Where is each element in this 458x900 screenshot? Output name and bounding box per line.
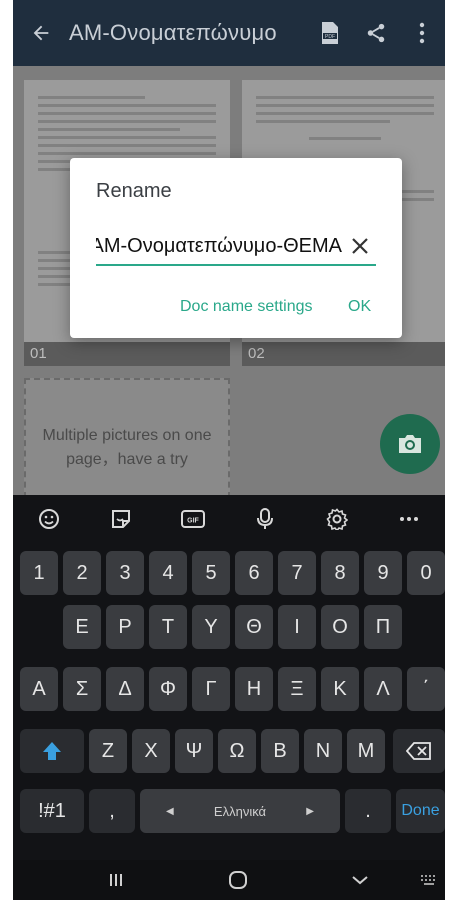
app-bar: ΑΜ-Ονοματεπώνυμο PDF: [13, 0, 445, 66]
keyboard-more-button[interactable]: [373, 495, 445, 543]
key-omicron[interactable]: Ο: [321, 605, 359, 649]
key-phi[interactable]: Φ: [149, 667, 187, 711]
page-number-label: 02: [242, 342, 445, 366]
key-omega[interactable]: Ω: [218, 729, 256, 773]
key-4[interactable]: 4: [149, 551, 187, 595]
comma-key[interactable]: ,: [89, 789, 135, 833]
share-button[interactable]: [353, 0, 399, 66]
key-alpha[interactable]: Α: [20, 667, 58, 711]
doc-name-settings-button[interactable]: Doc name settings: [180, 298, 313, 316]
key-3[interactable]: 3: [106, 551, 144, 595]
recents-icon: [110, 874, 122, 886]
shift-key[interactable]: [20, 729, 84, 773]
rename-input[interactable]: [96, 230, 342, 262]
space-key[interactable]: ◀ Ελληνικά ▶: [140, 789, 340, 833]
key-5[interactable]: 5: [192, 551, 230, 595]
dialog-title: Rename: [96, 180, 172, 202]
home-icon: [229, 871, 247, 889]
rename-dialog: Rename Doc name settings OK: [70, 158, 402, 338]
placeholder-hint-line-2: page，have a try: [66, 451, 188, 468]
mic-icon: [257, 508, 273, 529]
svg-text:PDF: PDF: [325, 34, 335, 40]
key-xi[interactable]: Ξ: [278, 667, 316, 711]
key-tonos[interactable]: ΄: [407, 667, 445, 711]
voice-input-button[interactable]: [229, 495, 301, 543]
document-title: ΑΜ-Ονοματεπώνυμο: [69, 20, 277, 45]
period-key[interactable]: .: [345, 789, 391, 833]
backspace-key[interactable]: [393, 729, 445, 773]
key-chi[interactable]: Χ: [132, 729, 170, 773]
placeholder-hint-line-1: Multiple pictures on one: [42, 427, 212, 444]
key-beta[interactable]: Β: [261, 729, 299, 773]
phone-screen: ΑΜ-Ονοματεπώνυμο PDF 01 02 Multiple pict…: [13, 0, 445, 900]
sticker-icon: [112, 510, 130, 528]
key-sigma[interactable]: Σ: [63, 667, 101, 711]
emoji-button[interactable]: [13, 495, 85, 543]
shift-up-icon: [43, 742, 61, 760]
ok-button[interactable]: OK: [348, 298, 371, 316]
key-mu[interactable]: Μ: [347, 729, 385, 773]
key-2[interactable]: 2: [63, 551, 101, 595]
key-1[interactable]: 1: [20, 551, 58, 595]
key-kappa[interactable]: Κ: [321, 667, 359, 711]
key-9[interactable]: 9: [364, 551, 402, 595]
more-vert-icon: [419, 22, 425, 44]
key-epsilon[interactable]: Ε: [63, 605, 101, 649]
keyboard-toolbar: GIF: [13, 495, 445, 543]
key-eta[interactable]: Η: [235, 667, 273, 711]
add-pictures-placeholder[interactable]: Multiple pictures on one page，have a try: [24, 378, 230, 495]
pdf-button[interactable]: PDF: [307, 0, 353, 66]
key-psi[interactable]: Ψ: [175, 729, 213, 773]
key-nu[interactable]: Ν: [304, 729, 342, 773]
svg-text:GIF: GIF: [187, 518, 199, 525]
backspace-icon: [406, 742, 431, 760]
more-options-button[interactable]: [399, 0, 445, 66]
key-upsilon[interactable]: Υ: [192, 605, 230, 649]
arrow-left-icon: [33, 25, 49, 41]
space-language-label: Ελληνικά: [213, 803, 267, 819]
clear-button[interactable]: [348, 234, 372, 258]
symbols-key[interactable]: !#1: [20, 789, 84, 833]
sticker-button[interactable]: [85, 495, 157, 543]
more-icon: [400, 517, 418, 521]
share-icon: [367, 23, 385, 43]
gif-icon: GIF: [181, 510, 205, 528]
emoji-icon: [39, 509, 59, 529]
key-delta[interactable]: Δ: [106, 667, 144, 711]
gif-button[interactable]: GIF: [157, 495, 229, 543]
chevron-left-icon: ◀: [166, 805, 174, 817]
key-gamma[interactable]: Γ: [192, 667, 230, 711]
key-8[interactable]: 8: [321, 551, 359, 595]
page-number-label: 01: [24, 342, 230, 366]
camera-fab-button[interactable]: [380, 414, 440, 474]
recents-button[interactable]: [91, 860, 141, 900]
key-pi[interactable]: Π: [364, 605, 402, 649]
keyboard-switch-button[interactable]: [413, 860, 445, 900]
close-icon: [352, 238, 368, 254]
chevron-right-icon: ▶: [306, 805, 314, 817]
pdf-icon: PDF: [322, 22, 338, 44]
keyboard: GIF 1 2 3 4 5 6 7 8 9 0 Ε Ρ Τ Υ Θ Ι Ο Π …: [13, 495, 445, 900]
key-lambda[interactable]: Λ: [364, 667, 402, 711]
back-chevron-icon: [352, 876, 368, 885]
home-button[interactable]: [213, 860, 263, 900]
back-button[interactable]: [13, 0, 69, 66]
camera-icon: [399, 435, 421, 453]
rename-field: [96, 230, 376, 266]
key-iota[interactable]: Ι: [278, 605, 316, 649]
system-nav-bar: [13, 860, 445, 900]
key-7[interactable]: 7: [278, 551, 316, 595]
done-key[interactable]: Done: [396, 789, 445, 833]
key-zeta[interactable]: Ζ: [89, 729, 127, 773]
nav-back-button[interactable]: [335, 860, 385, 900]
key-0[interactable]: 0: [407, 551, 445, 595]
key-rho[interactable]: Ρ: [106, 605, 144, 649]
placeholder-hint: Multiple pictures on one page，have a try: [26, 424, 228, 472]
keyboard-switch-icon: [421, 875, 435, 885]
key-tau[interactable]: Τ: [149, 605, 187, 649]
settings-icon: [326, 508, 348, 530]
key-6[interactable]: 6: [235, 551, 273, 595]
key-theta[interactable]: Θ: [235, 605, 273, 649]
keyboard-settings-button[interactable]: [301, 495, 373, 543]
